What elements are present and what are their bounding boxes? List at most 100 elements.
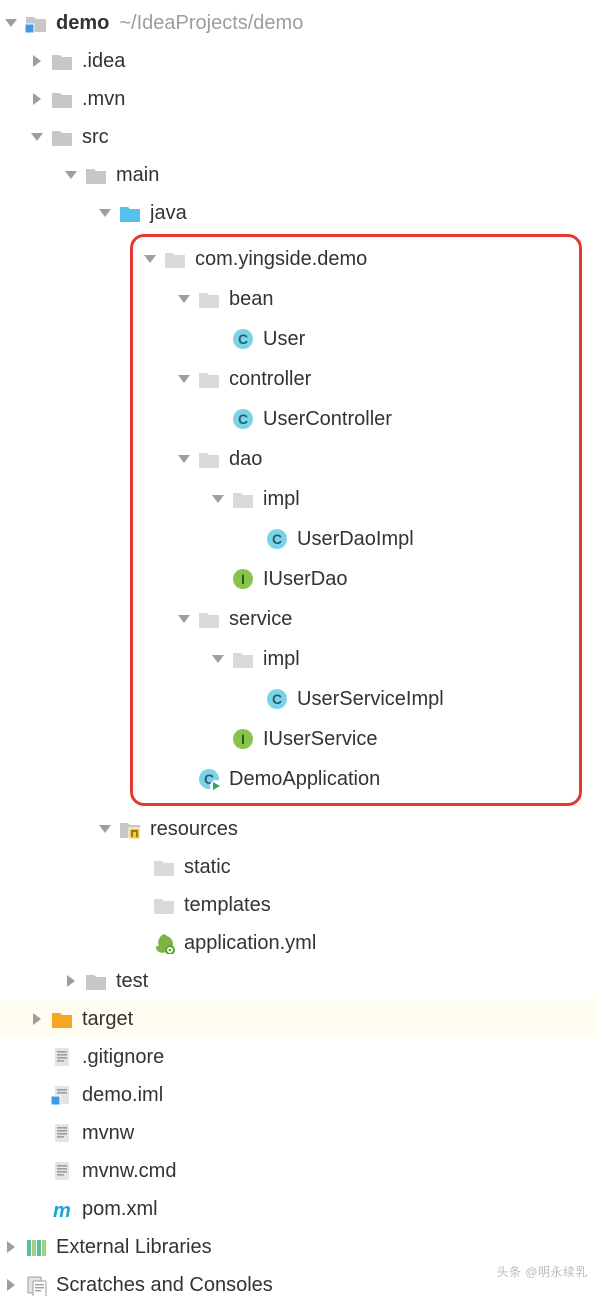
tree-item-demoiml[interactable]: demo.iml [0, 1076, 598, 1114]
module-folder-icon [24, 11, 48, 35]
tree-item-external-libraries[interactable]: External Libraries [0, 1228, 598, 1266]
tree-item-gitignore[interactable]: .gitignore [0, 1038, 598, 1076]
chevron-right-icon[interactable] [30, 92, 44, 106]
tree-item-resources[interactable]: resources [0, 810, 598, 848]
tree-item-demoapplication[interactable]: DemoApplication [133, 759, 579, 799]
tree-item-appyml[interactable]: application.yml [0, 924, 598, 962]
item-label: UserServiceImpl [297, 688, 444, 711]
item-label: mvnw.cmd [82, 1160, 176, 1183]
item-label: Scratches and Consoles [56, 1274, 273, 1297]
root-name: demo [56, 12, 109, 35]
source-folder-icon [118, 201, 142, 225]
class-icon [265, 527, 289, 551]
interface-icon [231, 567, 255, 591]
chevron-down-icon[interactable] [4, 16, 18, 30]
item-label: External Libraries [56, 1236, 212, 1259]
chevron-down-icon[interactable] [30, 130, 44, 144]
item-label: UserController [263, 408, 392, 431]
tree-item-static[interactable]: static [0, 848, 598, 886]
tree-item-bean[interactable]: bean [133, 279, 579, 319]
tree-item-test[interactable]: test [0, 962, 598, 1000]
item-label: templates [184, 894, 271, 917]
item-label: demo.iml [82, 1084, 163, 1107]
package-icon [231, 487, 255, 511]
package-icon [163, 247, 187, 271]
item-label: UserDaoImpl [297, 528, 414, 551]
class-icon [231, 407, 255, 431]
tree-item-userdaoimpl[interactable]: UserDaoImpl [133, 519, 579, 559]
tree-item-mvn[interactable]: .mvn [0, 80, 598, 118]
package-icon [197, 607, 221, 631]
tree-item-service-impl[interactable]: impl [133, 639, 579, 679]
tree-item-root[interactable]: demo ~/IdeaProjects/demo [0, 4, 598, 42]
item-label: impl [263, 488, 300, 511]
tree-item-mvnwcmd[interactable]: mvnw.cmd [0, 1152, 598, 1190]
maven-file-icon [50, 1197, 74, 1221]
tree-item-userserviceimpl[interactable]: UserServiceImpl [133, 679, 579, 719]
tree-item-pom[interactable]: pom.xml [0, 1190, 598, 1228]
chevron-down-icon[interactable] [177, 292, 191, 306]
chevron-down-icon[interactable] [143, 252, 157, 266]
item-label: DemoApplication [229, 768, 380, 791]
libraries-icon [24, 1235, 48, 1259]
tree-item-idea[interactable]: .idea [0, 42, 598, 80]
resources-folder-icon [118, 817, 142, 841]
tree-item-templates[interactable]: templates [0, 886, 598, 924]
project-tree: demo ~/IdeaProjects/demo .idea .mvn src … [0, 0, 598, 1310]
item-label: mvnw [82, 1122, 134, 1145]
chevron-right-icon[interactable] [4, 1278, 18, 1292]
tree-item-iuserdao[interactable]: IUserDao [133, 559, 579, 599]
tree-item-mvnw[interactable]: mvnw [0, 1114, 598, 1152]
tree-item-dao[interactable]: dao [133, 439, 579, 479]
root-path: ~/IdeaProjects/demo [119, 12, 303, 35]
item-label: IUserDao [263, 568, 347, 591]
item-label: .idea [82, 50, 125, 73]
package-icon [197, 447, 221, 471]
tree-item-controller[interactable]: controller [133, 359, 579, 399]
chevron-down-icon[interactable] [177, 372, 191, 386]
tree-item-dao-impl[interactable]: impl [133, 479, 579, 519]
chevron-down-icon[interactable] [177, 452, 191, 466]
excluded-folder-icon [50, 1007, 74, 1031]
chevron-down-icon[interactable] [98, 206, 112, 220]
tree-item-java[interactable]: java [0, 194, 598, 232]
item-label: impl [263, 648, 300, 671]
item-label: main [116, 164, 159, 187]
tree-item-usercontroller[interactable]: UserController [133, 399, 579, 439]
tree-item-main[interactable]: main [0, 156, 598, 194]
chevron-right-icon[interactable] [4, 1240, 18, 1254]
chevron-down-icon[interactable] [177, 612, 191, 626]
chevron-right-icon[interactable] [30, 1012, 44, 1026]
item-label: java [150, 202, 187, 225]
chevron-down-icon[interactable] [211, 652, 225, 666]
tree-item-service[interactable]: service [133, 599, 579, 639]
watermark: 头条 @明永续乳 [496, 1263, 588, 1280]
item-label: target [82, 1008, 133, 1031]
chevron-down-icon[interactable] [98, 822, 112, 836]
text-file-icon [50, 1121, 74, 1145]
folder-icon [152, 855, 176, 879]
tree-item-target[interactable]: target [0, 1000, 598, 1038]
item-label: test [116, 970, 148, 993]
item-label: controller [229, 368, 311, 391]
tree-item-user[interactable]: User [133, 319, 579, 359]
spring-config-icon [152, 931, 176, 955]
folder-icon [50, 87, 74, 111]
item-label: dao [229, 448, 262, 471]
tree-item-package[interactable]: com.yingside.demo [133, 239, 579, 279]
class-icon [231, 327, 255, 351]
chevron-down-icon[interactable] [64, 168, 78, 182]
iml-file-icon [50, 1083, 74, 1107]
chevron-right-icon[interactable] [64, 974, 78, 988]
scratches-icon [24, 1273, 48, 1297]
chevron-down-icon[interactable] [211, 492, 225, 506]
package-icon [231, 647, 255, 671]
tree-item-iuserservice[interactable]: IUserService [133, 719, 579, 759]
tree-item-src[interactable]: src [0, 118, 598, 156]
chevron-right-icon[interactable] [30, 54, 44, 68]
folder-icon [84, 163, 108, 187]
folder-icon [50, 125, 74, 149]
folder-icon [152, 893, 176, 917]
runnable-class-icon [197, 767, 221, 791]
interface-icon [231, 727, 255, 751]
